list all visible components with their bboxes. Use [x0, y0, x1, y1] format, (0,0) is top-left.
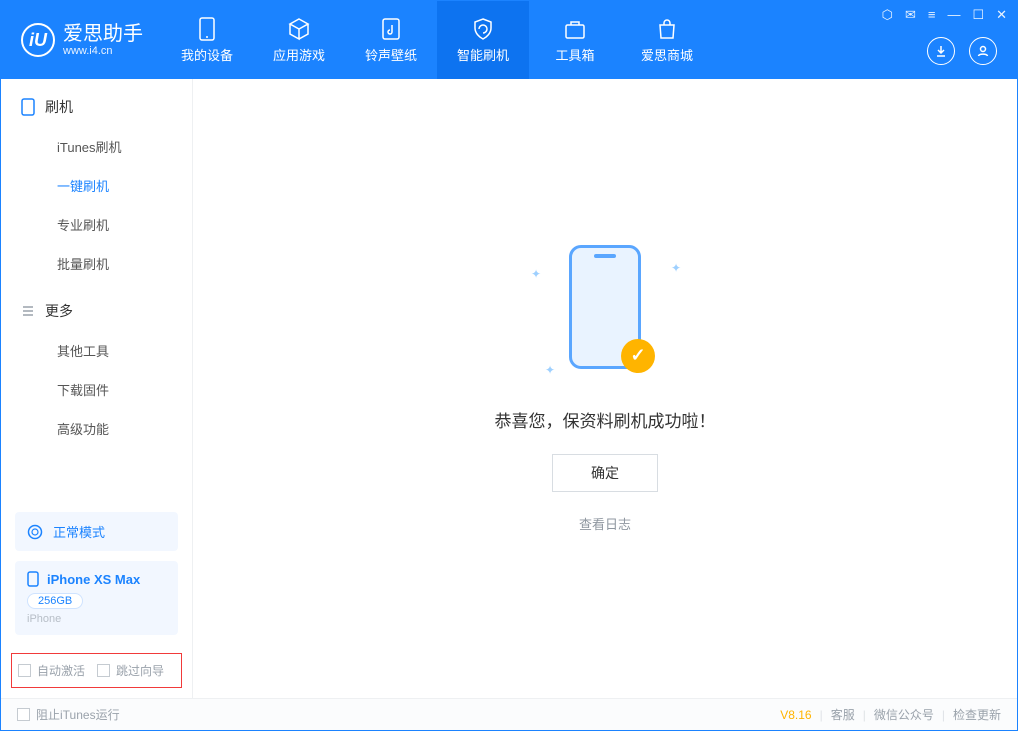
- bottom-options-highlighted: 自动激活 跳过向导: [11, 653, 182, 688]
- checkbox-label: 阻止iTunes运行: [36, 706, 120, 723]
- header-right-buttons: [927, 37, 997, 65]
- user-icon: [976, 44, 990, 58]
- logo-block: iU 爱思助手 www.i4.cn: [1, 1, 161, 79]
- minimize-button[interactable]: ―: [947, 7, 960, 23]
- device-card[interactable]: iPhone XS Max 256GB iPhone: [15, 561, 178, 635]
- checkbox-label: 自动激活: [37, 662, 85, 679]
- checkbox-block-itunes[interactable]: 阻止iTunes运行: [17, 706, 120, 723]
- footer-link-wechat[interactable]: 微信公众号: [874, 706, 934, 723]
- bag-icon: [655, 17, 679, 41]
- nav-store[interactable]: 爱思商城: [621, 1, 713, 79]
- refresh-shield-icon: [471, 17, 495, 41]
- download-button[interactable]: [927, 37, 955, 65]
- view-log-link[interactable]: 查看日志: [579, 514, 631, 533]
- main-nav: 我的设备 应用游戏 铃声壁纸 智能刷机 工具箱 爱思商城: [161, 1, 713, 79]
- nav-label: 我的设备: [181, 45, 233, 64]
- device-icon: [195, 17, 219, 41]
- cube-icon: [287, 17, 311, 41]
- nav-label: 应用游戏: [273, 45, 325, 64]
- nav-label: 铃声壁纸: [365, 45, 417, 64]
- nav-ringtones-wallpapers[interactable]: 铃声壁纸: [345, 1, 437, 79]
- footer-link-support[interactable]: 客服: [831, 706, 855, 723]
- sidebar-item-oneclick-flash[interactable]: 一键刷机: [1, 166, 192, 205]
- phone-small-icon: [21, 98, 35, 116]
- ok-button[interactable]: 确定: [552, 454, 658, 492]
- check-badge-icon: ✓: [621, 339, 655, 373]
- device-name-label: iPhone XS Max: [47, 572, 140, 587]
- sidebar-item-download-firmware[interactable]: 下载固件: [1, 370, 192, 409]
- success-illustration: ✓ ✦ ✦ ✦: [515, 245, 695, 385]
- sidebar: 刷机 iTunes刷机 一键刷机 专业刷机 批量刷机 更多 其他工具 下载固件 …: [1, 79, 193, 698]
- toolbox-icon: [563, 17, 587, 41]
- sidebar-item-batch-flash[interactable]: 批量刷机: [1, 244, 192, 283]
- section-title: 更多: [45, 301, 73, 321]
- checkbox-label: 跳过向导: [116, 662, 164, 679]
- account-button[interactable]: [969, 37, 997, 65]
- list-icon: [21, 304, 35, 318]
- feedback-icon[interactable]: ✉: [905, 7, 916, 23]
- sidebar-item-other-tools[interactable]: 其他工具: [1, 331, 192, 370]
- success-message: 恭喜您，保资料刷机成功啦！: [495, 407, 716, 432]
- sync-icon: [27, 524, 43, 540]
- app-title: 爱思助手: [63, 23, 143, 45]
- version-label: V8.16: [780, 708, 811, 722]
- sidebar-section-more: 更多: [1, 283, 192, 331]
- music-file-icon: [379, 17, 403, 41]
- titlebar-controls: ⬡ ✉ ≡ ― ☐ ✕: [882, 7, 1007, 23]
- sidebar-item-pro-flash[interactable]: 专业刷机: [1, 205, 192, 244]
- mode-label: 正常模式: [53, 522, 105, 541]
- close-button[interactable]: ✕: [996, 7, 1007, 23]
- checkbox-auto-activate[interactable]: 自动激活: [18, 662, 85, 679]
- nav-label: 工具箱: [555, 45, 594, 64]
- footer-link-update[interactable]: 检查更新: [953, 706, 1001, 723]
- shirt-icon[interactable]: ⬡: [882, 7, 893, 23]
- phone-outline-icon: [27, 571, 39, 587]
- nav-smart-flash[interactable]: 智能刷机: [437, 1, 529, 79]
- maximize-button[interactable]: ☐: [972, 7, 984, 23]
- nav-toolbox[interactable]: 工具箱: [529, 1, 621, 79]
- checkbox-icon: [17, 708, 30, 721]
- nav-my-device[interactable]: 我的设备: [161, 1, 253, 79]
- checkbox-skip-guide[interactable]: 跳过向导: [97, 662, 164, 679]
- download-icon: [934, 44, 948, 58]
- status-bar: 阻止iTunes运行 V8.16 | 客服 | 微信公众号 | 检查更新: [1, 698, 1017, 730]
- main-content: ✓ ✦ ✦ ✦ 恭喜您，保资料刷机成功啦！ 确定 查看日志: [193, 79, 1017, 698]
- storage-badge: 256GB: [27, 593, 83, 609]
- mode-card[interactable]: 正常模式: [15, 512, 178, 551]
- sidebar-item-advanced[interactable]: 高级功能: [1, 409, 192, 448]
- nav-label: 爱思商城: [641, 45, 693, 64]
- section-title: 刷机: [45, 97, 73, 117]
- checkbox-icon: [97, 664, 110, 677]
- app-subtitle: www.i4.cn: [63, 45, 143, 57]
- nav-label: 智能刷机: [457, 45, 509, 64]
- sparkle-icon: ✦: [671, 261, 681, 275]
- app-header: iU 爱思助手 www.i4.cn 我的设备 应用游戏 铃声壁纸 智能刷机 工具…: [1, 1, 1017, 79]
- checkbox-icon: [18, 664, 31, 677]
- sparkle-icon: ✦: [545, 363, 555, 377]
- sidebar-item-itunes-flash[interactable]: iTunes刷机: [1, 127, 192, 166]
- device-type-label: iPhone: [27, 613, 166, 625]
- sidebar-section-flash: 刷机: [1, 79, 192, 127]
- menu-icon[interactable]: ≡: [928, 7, 936, 23]
- nav-apps-games[interactable]: 应用游戏: [253, 1, 345, 79]
- sparkle-icon: ✦: [531, 267, 541, 281]
- logo-icon: iU: [21, 23, 55, 57]
